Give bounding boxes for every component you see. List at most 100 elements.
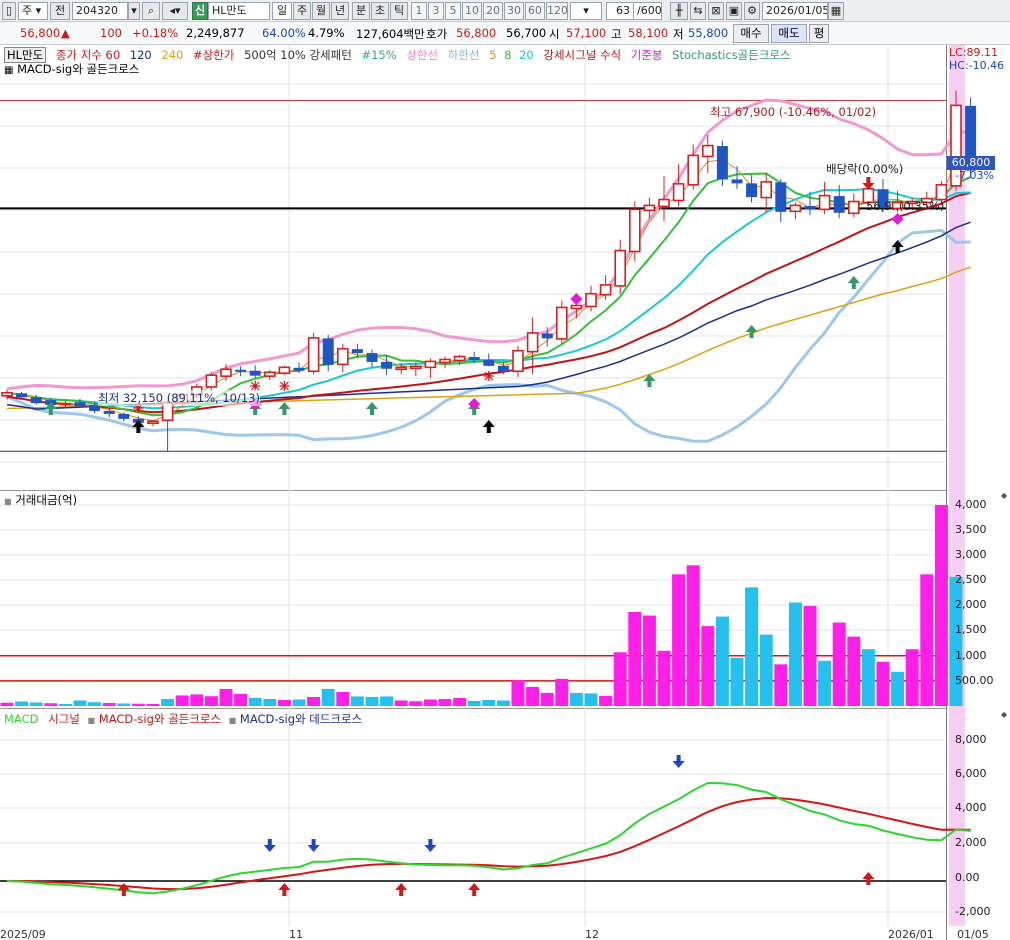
macd-tick-label: 8,000: [955, 733, 987, 746]
volume-bar: [715, 616, 729, 706]
legend-ma5[interactable]: 5: [489, 48, 496, 62]
macd-panel-collapse-icon[interactable]: ◆: [1001, 710, 1007, 719]
candle-up: [439, 358, 451, 364]
lc-value: LC:89.11: [949, 46, 999, 59]
macd-golden-cross-arrow: [468, 883, 481, 896]
upper-band-line: [6, 98, 971, 391]
candle-down: [468, 357, 480, 360]
legend-macd-golden-cross[interactable]: MACD-sig와 골든크로스: [99, 712, 221, 726]
signal-line: [6, 796, 971, 891]
candle-up: [818, 194, 831, 211]
volume-bar: [0, 702, 14, 706]
volume-bar: [131, 703, 145, 706]
legend-macd[interactable]: MACD: [4, 712, 38, 726]
stochastics-golden-arrow: [847, 276, 860, 289]
volume-bar: [599, 695, 613, 706]
volume-bar: [496, 700, 510, 706]
legend-15pct[interactable]: #15%: [361, 48, 396, 62]
x-label-start: 2025/09: [0, 928, 46, 940]
candle-up: [672, 183, 685, 202]
legend-close-index[interactable]: 종가 지수 60: [56, 48, 120, 62]
candle-down: [833, 196, 845, 213]
volume-bar: [526, 686, 540, 706]
volume-bar: [905, 649, 919, 706]
volume-bar: [686, 565, 700, 706]
volume-bar: [117, 703, 131, 706]
legend-ma120[interactable]: 120: [130, 48, 152, 62]
volume-bar: [818, 660, 832, 706]
volume-bar: [350, 696, 364, 706]
volume-bar: [277, 699, 291, 706]
volume-tick-label: 3,000: [955, 548, 987, 561]
macd-tick-label: 2,000: [955, 836, 987, 849]
volume-title[interactable]: 거래대금(억): [15, 493, 77, 507]
signal-markers: [44, 177, 904, 896]
legend-lower-band[interactable]: 하한선: [448, 48, 480, 62]
legend-bullet: ■: [228, 716, 237, 725]
ma120-line: [6, 221, 971, 410]
candle-up: [220, 368, 232, 377]
candle-down: [746, 183, 758, 198]
macd-golden-arrow: [482, 420, 495, 433]
macd-line: [6, 781, 971, 895]
legend-signal[interactable]: 시그널: [48, 712, 80, 726]
candle-down: [293, 367, 305, 371]
volume-legend: ■ 거래대금(억): [4, 492, 77, 508]
legend-upper-limit[interactable]: #상한가: [193, 48, 234, 62]
candle-up: [643, 204, 656, 212]
x-label-dec: 12: [585, 928, 599, 940]
legend-ma20[interactable]: 20: [519, 48, 534, 62]
legend-ma8[interactable]: 8: [504, 48, 511, 62]
legend-strong-pattern[interactable]: 500억 10% 강세패턴: [244, 48, 352, 62]
candle-up: [789, 204, 802, 213]
volume-bar: [891, 671, 905, 706]
candle-up: [424, 360, 437, 369]
candle-down: [483, 359, 495, 366]
volume-bar: [657, 650, 671, 706]
legend-ma240[interactable]: 240: [161, 48, 183, 62]
candle-up: [205, 374, 218, 388]
volume-bar: [102, 702, 116, 706]
x-label-jan: 2026/01: [888, 928, 934, 940]
volume-bar: [628, 612, 642, 706]
volume-bar: [365, 696, 379, 706]
volume-bar: [423, 699, 437, 706]
volume-panel-collapse-icon[interactable]: ◆: [1001, 491, 1007, 500]
candle-down: [30, 397, 42, 404]
candle-down: [351, 349, 363, 354]
legend-base-candle[interactable]: 기준봉: [631, 48, 663, 62]
legend-stochastics[interactable]: Stochastics골든크로스: [672, 48, 790, 62]
legend-macd-dead-cross[interactable]: MACD-sig와 데드크로스: [240, 712, 362, 726]
volume-bar: [569, 692, 583, 706]
level-note: 56,9..(0.35%): [866, 199, 945, 213]
legend-strong-signal[interactable]: 강세시그널 수식: [543, 48, 621, 62]
stochastics-golden-arrow: [366, 402, 378, 415]
volume-tick-label: 3,500: [955, 523, 987, 536]
strong-signal-star: [279, 381, 290, 391]
volume-bar: [29, 702, 43, 706]
candle-down: [366, 353, 378, 362]
candle-down: [731, 179, 743, 184]
legend-upper-band[interactable]: 상한선: [406, 48, 438, 62]
volume-bar: [307, 696, 321, 706]
candle-down: [103, 410, 115, 414]
candle-down: [804, 205, 816, 209]
level-lines: [0, 99, 946, 882]
chart-canvas[interactable]: [0, 0, 1010, 940]
volume-bar: [204, 696, 218, 706]
candle-down: [775, 182, 787, 212]
macd-lines: [6, 781, 971, 895]
volume-bar: [672, 574, 686, 706]
volume-bar: [584, 693, 598, 706]
volume-bar: [613, 652, 627, 706]
high-note: 최고 67,900 (-10.46%, 01/02): [710, 105, 877, 119]
candle-up: [59, 402, 72, 406]
macd-dead-cross-arrow: [263, 839, 276, 852]
macd-dead-cross-arrow: [672, 755, 685, 768]
candle-down: [74, 402, 86, 407]
volume-bar: [934, 505, 948, 706]
legend-macd-golden[interactable]: MACD-sig와 골든크로스: [17, 62, 139, 76]
volume-bar: [292, 699, 306, 706]
volume-bar: [759, 634, 773, 706]
volume-bar: [219, 688, 233, 706]
